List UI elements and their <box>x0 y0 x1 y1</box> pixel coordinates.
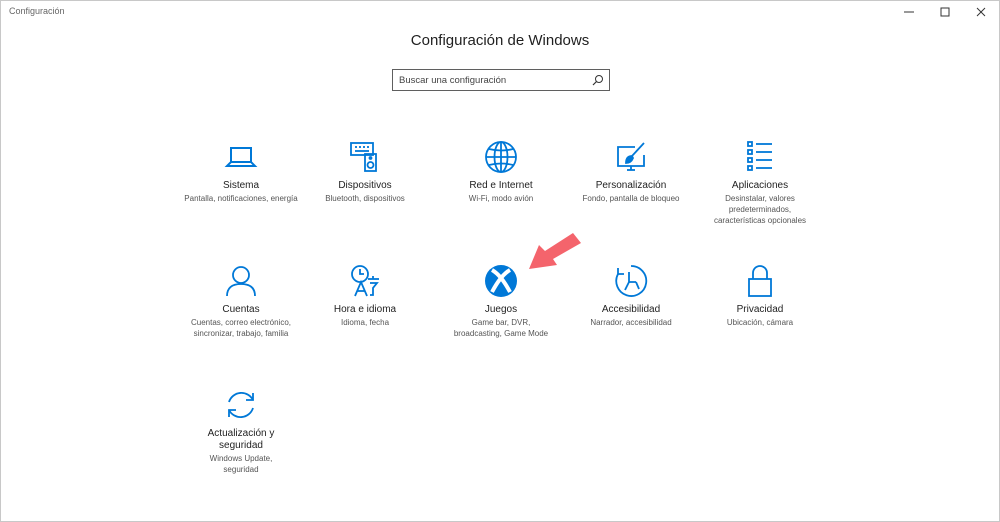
minimize-icon <box>904 11 914 13</box>
lock-icon <box>748 265 772 297</box>
tile-dispositivos-desc: Bluetooth, dispositivos <box>325 194 405 203</box>
tile-privacidad-name: Privacidad <box>736 304 784 315</box>
tile-juegos-desc: Game bar, DVR, broadcasting, Game Mode <box>453 318 549 338</box>
maximize-button[interactable] <box>927 1 963 23</box>
close-button[interactable] <box>963 1 999 23</box>
tile-red-internet-desc: Wi-Fi, modo avión <box>468 194 534 203</box>
tile-accesibilidad-desc: Narrador, accesibilidad <box>590 318 672 327</box>
settings-window: Configuración Configuración de Windows S… <box>0 0 1000 522</box>
ease-of-access-icon <box>615 265 648 297</box>
tile-sistema[interactable]: Sistema Pantalla, notificaciones, energí… <box>179 139 303 204</box>
tile-personalizacion[interactable]: Personalización Fondo, pantalla de bloqu… <box>569 139 693 204</box>
tile-dispositivos[interactable]: Dispositivos Bluetooth, dispositivos <box>303 139 427 204</box>
tile-hora-idioma-name: Hora e idioma <box>333 304 397 315</box>
search-input[interactable] <box>393 70 589 90</box>
tile-sistema-desc: Pantalla, notificaciones, energía <box>184 194 298 203</box>
tile-juegos-name: Juegos <box>484 304 518 315</box>
tile-cuentas[interactable]: Cuentas Cuentas, correo electrónico, sin… <box>179 263 303 339</box>
tile-accesibilidad-name: Accesibilidad <box>601 304 661 315</box>
app-title: Configuración <box>9 6 65 16</box>
tile-dispositivos-name: Dispositivos <box>338 180 392 191</box>
annotation-arrow-icon <box>529 233 581 269</box>
search-box[interactable] <box>392 69 610 91</box>
laptop-icon <box>224 147 258 167</box>
tile-actualizacion-seguridad[interactable]: Actualización y seguridad Windows Update… <box>179 387 303 475</box>
tile-sistema-name: Sistema <box>222 180 260 191</box>
maximize-icon <box>940 7 950 17</box>
tile-personalizacion-desc: Fondo, pantalla de bloqueo <box>582 194 680 203</box>
tile-personalizacion-name: Personalización <box>595 180 667 191</box>
tile-red-internet[interactable]: Red e Internet Wi-Fi, modo avión <box>439 139 563 204</box>
keyboard-speaker-icon <box>350 142 377 172</box>
globe-icon <box>485 141 517 173</box>
tile-actualizacion-seguridad-desc: Windows Update, seguridad <box>209 454 273 474</box>
sync-icon <box>228 391 254 419</box>
tile-actualizacion-seguridad-name: Actualización y seguridad <box>207 428 275 451</box>
page-title: Configuración de Windows <box>410 32 590 49</box>
tile-hora-idioma-desc: Idioma, fecha <box>340 318 390 327</box>
tile-cuentas-desc: Cuentas, correo electrónico, sincronizar… <box>190 318 292 338</box>
xbox-icon <box>485 265 517 297</box>
tile-hora-idioma[interactable]: Hora e idioma Idioma, fecha <box>303 263 427 328</box>
apps-list-icon <box>747 141 772 171</box>
time-language-icon <box>351 265 379 297</box>
tile-aplicaciones[interactable]: Aplicaciones Desinstalar, valores predet… <box>698 139 822 226</box>
tile-cuentas-name: Cuentas <box>222 304 260 315</box>
search-icon[interactable] <box>592 74 604 86</box>
title-bar[interactable]: Configuración <box>1 1 999 23</box>
tile-aplicaciones-name: Aplicaciones <box>731 180 789 191</box>
tile-privacidad-desc: Ubicación, cámara <box>726 318 794 327</box>
paint-monitor-icon <box>617 142 645 171</box>
tile-privacidad[interactable]: Privacidad Ubicación, cámara <box>698 263 822 328</box>
tile-accesibilidad[interactable]: Accesibilidad Narrador, accesibilidad <box>569 263 693 328</box>
window-controls <box>891 1 999 23</box>
minimize-button[interactable] <box>891 1 927 23</box>
person-icon <box>226 266 256 297</box>
tile-red-internet-name: Red e Internet <box>469 180 533 191</box>
close-icon <box>976 7 986 17</box>
tile-aplicaciones-desc: Desinstalar, valores predeterminados, ca… <box>713 194 807 225</box>
